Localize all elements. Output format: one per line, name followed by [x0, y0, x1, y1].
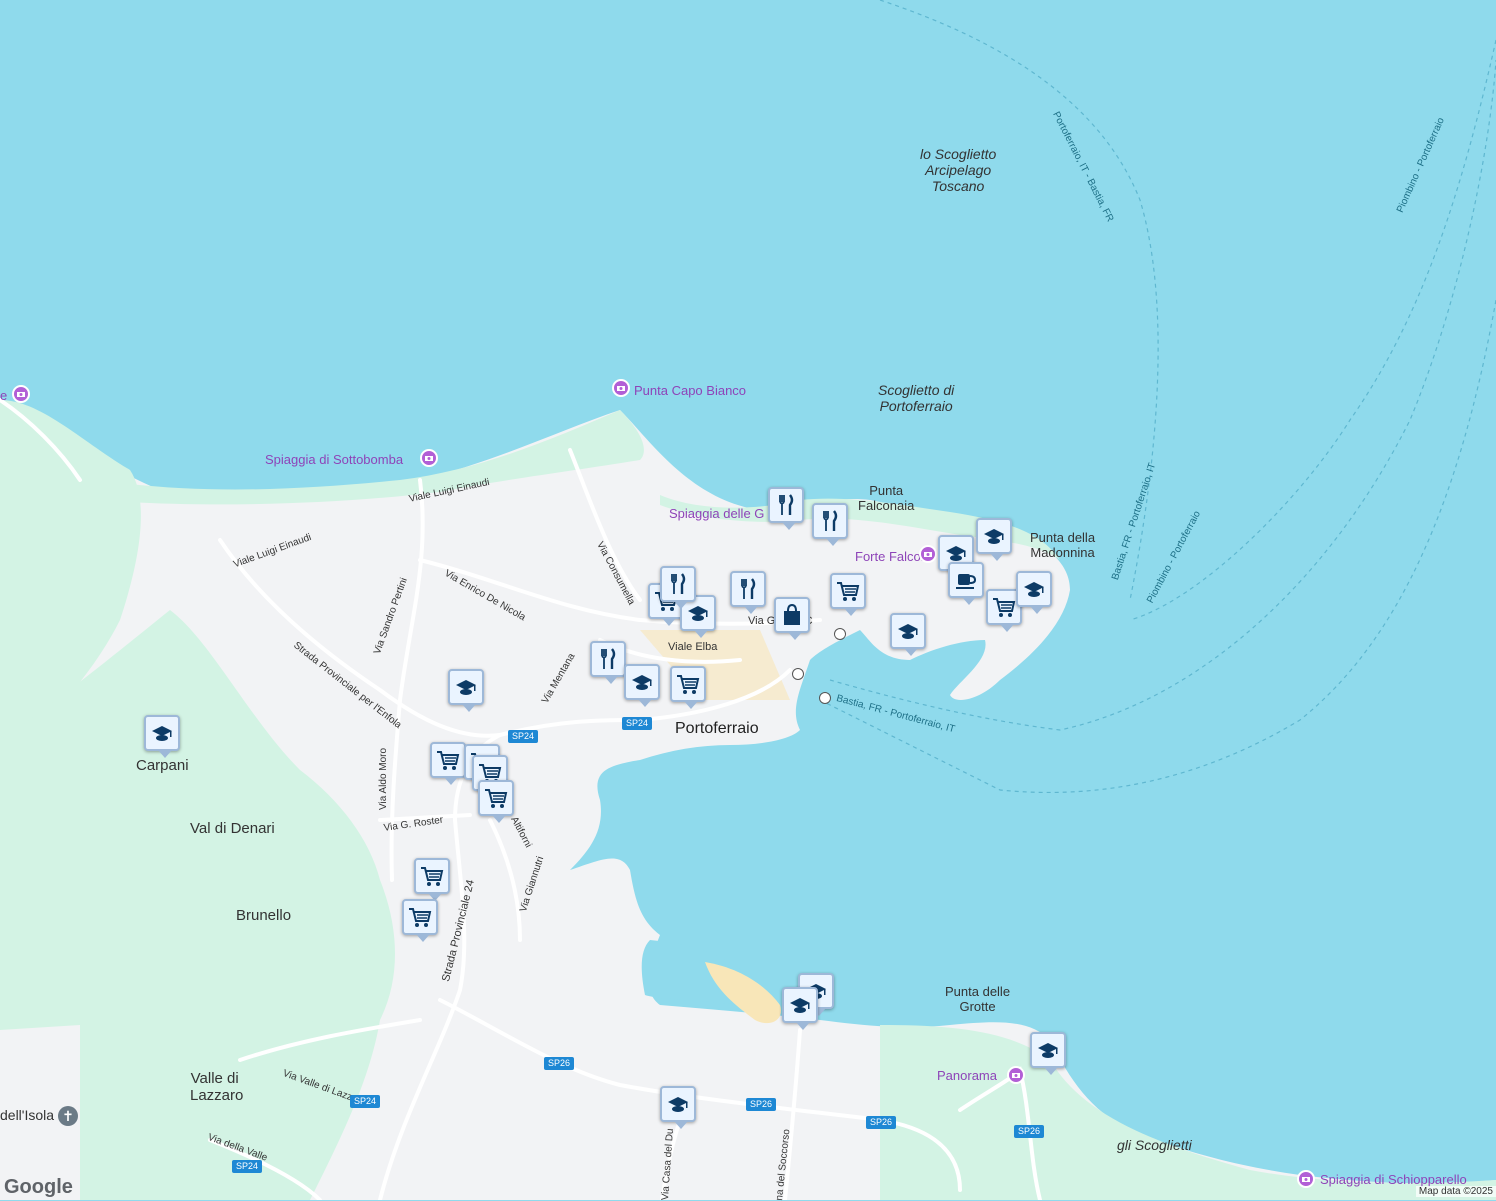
- shield-sp24: SP24: [508, 730, 539, 743]
- cart-icon: [483, 785, 509, 811]
- shield-sp24: SP24: [350, 1095, 381, 1108]
- label-carpani: Carpani: [136, 757, 189, 774]
- shield-sp24: SP24: [622, 717, 653, 730]
- marker-restaurant[interactable]: [768, 487, 804, 530]
- cart-icon: [419, 863, 445, 889]
- google-logo: Google: [4, 1176, 73, 1198]
- cart-icon: [435, 747, 461, 773]
- church-icon[interactable]: ✝: [58, 1106, 78, 1126]
- ferry-terminal-icon[interactable]: [834, 628, 846, 640]
- marker-school[interactable]: [782, 987, 818, 1030]
- school-icon: [787, 992, 813, 1018]
- camera-icon[interactable]: [12, 385, 30, 403]
- marker-cart[interactable]: [402, 899, 438, 942]
- school-icon: [685, 600, 711, 626]
- label-punta-madonnina: Punta della Madonnina: [1030, 530, 1096, 560]
- poi-spiaggia-sottobomba[interactable]: Spiaggia di Sottobomba: [265, 452, 403, 467]
- shield-sp24: SP24: [232, 1160, 263, 1173]
- coffee-icon: [953, 567, 979, 593]
- restaurant-icon: [773, 492, 799, 518]
- cart-icon: [835, 578, 861, 604]
- shield-sp26: SP26: [544, 1057, 575, 1070]
- marker-cart[interactable]: [414, 858, 450, 901]
- marker-school[interactable]: [144, 715, 180, 758]
- marker-cart[interactable]: [830, 573, 866, 616]
- label-val-di-denari: Val di Denari: [190, 820, 275, 837]
- marker-restaurant[interactable]: [812, 503, 848, 546]
- label-portoferraio: Portoferraio: [675, 720, 759, 737]
- restaurant-icon: [817, 508, 843, 534]
- marker-shopping-bag[interactable]: [774, 597, 810, 640]
- road-viale-elba: Viale Elba: [668, 641, 718, 653]
- marker-school[interactable]: [890, 613, 926, 656]
- marker-cart[interactable]: [478, 780, 514, 823]
- marker-school[interactable]: [624, 664, 660, 707]
- marker-school[interactable]: [1030, 1032, 1066, 1075]
- poi-spiaggia-schiopparello[interactable]: Spiaggia di Schiopparello: [1320, 1172, 1467, 1187]
- marker-school[interactable]: [660, 1086, 696, 1129]
- road-via-aldo-moro: Via Aldo Moro: [378, 747, 389, 810]
- school-icon: [1035, 1037, 1061, 1063]
- school-icon: [665, 1091, 691, 1117]
- poi-punta-capo-bianco[interactable]: Punta Capo Bianco: [634, 383, 746, 398]
- ferry-terminal-icon[interactable]: [819, 692, 831, 704]
- cart-icon: [675, 671, 701, 697]
- marker-cart[interactable]: [670, 666, 706, 709]
- restaurant-icon: [595, 646, 621, 672]
- poi-spiaggia-delle-ghiaie[interactable]: Spiaggia delle G: [669, 506, 764, 521]
- school-icon: [981, 523, 1007, 549]
- marker-restaurant[interactable]: [730, 571, 766, 614]
- shield-sp26: SP26: [866, 1116, 897, 1129]
- cart-icon: [407, 904, 433, 930]
- marker-school[interactable]: [976, 518, 1012, 561]
- camera-icon[interactable]: [420, 449, 438, 467]
- school-icon: [453, 674, 479, 700]
- school-icon: [1021, 576, 1047, 602]
- school-icon: [895, 618, 921, 644]
- poi-panorama[interactable]: Panorama: [937, 1068, 997, 1083]
- label-lo-scoglietto: lo Scoglietto Arcipelago Toscano: [920, 146, 997, 194]
- poi-edge[interactable]: e: [0, 388, 7, 403]
- school-icon: [149, 720, 175, 746]
- marker-restaurant[interactable]: [590, 641, 626, 684]
- camera-icon[interactable]: [612, 379, 630, 397]
- restaurant-icon: [735, 576, 761, 602]
- camera-icon[interactable]: [919, 545, 937, 563]
- label-scoglietto-di-portoferraio: Scoglietto di Portoferraio: [878, 382, 955, 414]
- camera-icon[interactable]: [1297, 1170, 1315, 1188]
- label-gli-scoglietti: gli Scoglietti: [1117, 1137, 1192, 1153]
- school-icon: [629, 669, 655, 695]
- ferry-terminal-icon[interactable]: [792, 668, 804, 680]
- marker-cart[interactable]: [430, 742, 466, 785]
- label-dell-isola: dell'Isola: [0, 1107, 55, 1123]
- cart-icon: [991, 594, 1017, 620]
- label-punta-falconaia: Punta Falconaia: [858, 483, 915, 513]
- label-brunello: Brunello: [236, 907, 292, 924]
- shield-sp26: SP26: [1014, 1125, 1045, 1138]
- label-punta-grotte: Punta delle Grotte: [945, 984, 1011, 1014]
- marker-school[interactable]: [448, 669, 484, 712]
- shopping-bag-icon: [779, 602, 805, 628]
- shield-sp26: SP26: [746, 1098, 777, 1111]
- label-valle-di-lazzaro: Valle di Lazzaro: [190, 1070, 244, 1104]
- marker-school[interactable]: [1016, 571, 1052, 614]
- marker-restaurant[interactable]: [660, 566, 696, 609]
- map-attribution: Map data ©2025: [1415, 1186, 1496, 1197]
- restaurant-icon: [665, 571, 691, 597]
- camera-icon[interactable]: [1007, 1066, 1025, 1084]
- marker-coffee[interactable]: [948, 562, 984, 605]
